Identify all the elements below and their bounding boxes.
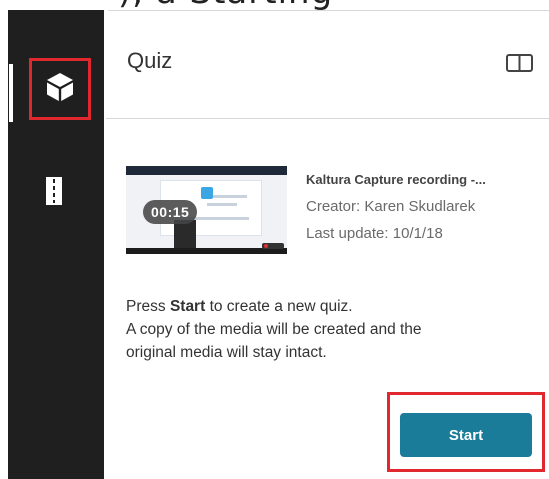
sidebar-active-indicator <box>9 64 13 122</box>
media-last-update: Last update: 10/1/18 <box>306 225 443 242</box>
quiz-description: Press Start to create a new quiz. A copy… <box>126 295 526 364</box>
description-line-2: A copy of the media will be created and … <box>126 321 422 338</box>
thumbnail-record-indicator <box>262 243 284 249</box>
media-creator: Creator: Karen Skudlarek <box>306 198 476 215</box>
thumbnail-window-bar <box>126 166 287 175</box>
sidebar-item-chapters[interactable] <box>36 174 72 212</box>
thumbnail-app-icon <box>201 187 213 199</box>
media-meta: Creator: Karen Skudlarek Last update: 10… <box>306 195 542 245</box>
quiz-tab-highlight <box>29 58 91 120</box>
media-title: Kaltura Capture recording -... <box>306 172 486 187</box>
start-button[interactable]: Start <box>400 413 532 457</box>
header-divider <box>108 10 549 11</box>
description-line-1: Press Start to create a new quiz. <box>126 298 353 315</box>
start-keyword: Start <box>169 298 206 315</box>
chapters-icon <box>45 176 63 211</box>
duration-badge: 00:15 <box>143 200 198 224</box>
panel-layout-icon[interactable] <box>505 52 535 74</box>
description-line-3: original media will stay intact. <box>126 344 327 361</box>
panel-divider <box>106 118 549 119</box>
header-partial-text: ), a Starting <box>118 0 333 10</box>
media-info: Kaltura Capture recording -... Creator: … <box>306 172 542 245</box>
sidebar-edge <box>0 10 8 479</box>
panel-title: Quiz <box>127 48 173 73</box>
header-text-fragment: ), a Starting <box>0 0 549 10</box>
